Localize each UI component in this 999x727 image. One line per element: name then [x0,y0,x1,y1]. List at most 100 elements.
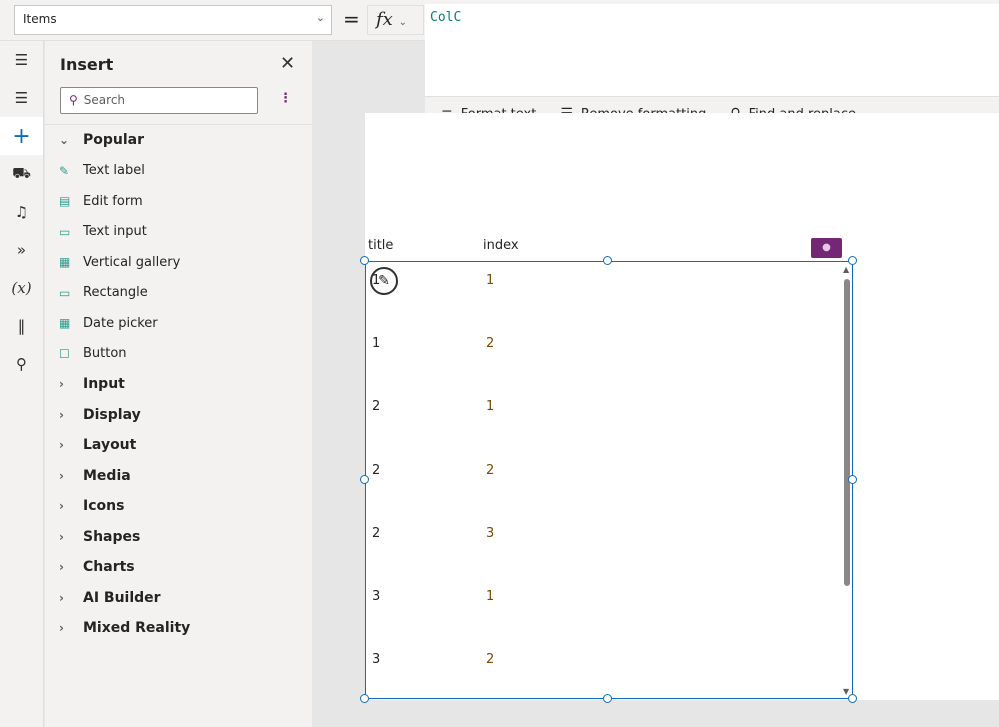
button-icon: ☐ [59,346,70,361]
insert-item[interactable]: ▦ Vertical gallery [45,247,312,278]
close-icon[interactable]: ✕ [280,53,295,74]
chevron-right-icon: › [59,590,64,605]
cell-index: 1 [486,589,495,604]
equals-sign: = [343,7,360,31]
category-input[interactable]: › Input [45,369,312,400]
category-mixed-reality[interactable]: › Mixed Reality [45,613,312,644]
resize-handle[interactable] [848,694,857,703]
category-charts[interactable]: › Charts [45,552,312,583]
cell-index: 2 [486,652,495,668]
search-icon[interactable]: ⚲ [0,345,43,383]
cell-title: 1 [372,336,381,352]
ideas-button[interactable]: ● [811,238,842,258]
insert-panel: Insert ✕ ⚲ Search ⋮ ⌄ Popular ✎ Text label ▤ E… [45,41,312,727]
cell-title: 3 [372,589,381,604]
insert-item[interactable]: ☐ Button [45,339,312,370]
item-label: Layout [83,437,137,454]
variables-icon[interactable]: (x) [0,269,43,307]
search-icon: ⚲ [69,93,78,107]
category-ai-builder[interactable]: › AI Builder [45,583,312,614]
chevron-right-icon: › [59,560,64,575]
cell-index: 2 [486,462,495,478]
item-label: Text label [83,163,145,179]
cell-title: 2 [372,399,381,415]
gallery[interactable] [365,261,853,699]
item-label: Media [83,467,131,484]
cell-title: 2 [372,462,381,478]
item-label: Edit form [83,193,143,209]
category-popular[interactable]: ⌄ Popular [45,125,312,156]
media-icon[interactable]: ♫ [0,193,43,231]
scrollbar[interactable] [844,279,850,586]
category-display[interactable]: › Display [45,400,312,431]
chevron-right-icon: › [59,438,64,453]
cell-index: 1 [486,399,495,415]
resize-handle[interactable] [360,475,369,484]
chevron-right-icon: › [59,468,64,483]
item-label: Text input [83,224,147,240]
scroll-up-icon[interactable]: ▲ [843,265,849,274]
chevron-right-icon: › [59,407,64,422]
tree-view-icon[interactable]: ☰ [0,79,43,117]
resize-handle[interactable] [360,694,369,703]
header-index: index [483,238,519,253]
chevron-down-icon: ⌄ [315,11,325,24]
cell-title: 3 [372,652,381,668]
resize-handle[interactable] [848,256,857,265]
item-label: Popular [83,132,145,149]
item-label: Charts [83,559,135,576]
edit-icon[interactable]: ✎ [370,267,398,295]
category-icons[interactable]: › Icons [45,491,312,522]
property-dropdown[interactable]: Items ⌄ [14,5,332,35]
search-placeholder: Search [83,93,126,107]
chevron-right-icon: › [59,529,64,544]
edit-form-icon: ▤ [59,194,71,209]
left-rail: ☰ ☰ + ⛟ ♫ » (x) ‖ ⚲ [0,41,44,727]
formula-input[interactable]: ColC [425,4,999,96]
insert-item[interactable]: ▭ Text input [45,217,312,248]
category-shapes[interactable]: › Shapes [45,522,312,553]
power-automate-icon[interactable]: » [0,231,43,269]
item-label: Date picker [83,315,158,331]
insert-list: ⌄ Popular ✎ Text label ▤ Edit form ▭ Text input… [45,124,312,644]
lightbulb-icon: ● [822,242,831,253]
item-label: AI Builder [83,589,161,606]
formula-text: ColC [430,10,462,25]
text-label-icon: ✎ [59,163,70,178]
cell-index: 1 [486,273,495,288]
category-media[interactable]: › Media [45,461,312,492]
fx-button[interactable]: fx ⌄ [367,5,424,35]
cell-title: 2 [372,525,381,541]
item-label: Icons [83,498,125,515]
cell-index: 2 [486,336,495,352]
rectangle-icon: ▭ [59,285,71,300]
more-options-icon[interactable]: ⋮ [279,91,292,106]
resize-handle[interactable] [360,256,369,265]
resize-handle[interactable] [603,694,612,703]
insert-item[interactable]: ▭ Rectangle [45,278,312,309]
resize-handle[interactable] [848,475,857,484]
resize-handle[interactable] [603,256,612,265]
chevron-right-icon: › [59,621,64,636]
data-icon[interactable]: ⛟ [0,155,43,193]
header-title: title [368,238,394,253]
menu-icon[interactable]: ☰ [0,41,43,79]
search-input[interactable]: ⚲ Search [60,87,258,114]
item-label: Display [83,406,141,423]
item-label: Mixed Reality [83,620,191,637]
cell-index: 3 [486,525,495,541]
item-label: Shapes [83,528,141,545]
tools-icon[interactable]: ‖ [0,307,43,345]
panel-title: Insert [60,55,114,74]
item-label: Vertical gallery [83,254,181,270]
calendar-icon: ▦ [59,316,71,331]
gallery-icon: ▦ [59,255,71,270]
insert-item[interactable]: ▤ Edit form [45,186,312,217]
category-layout[interactable]: › Layout [45,430,312,461]
property-value: Items [23,12,57,26]
item-label: Button [83,346,127,362]
insert-icon[interactable]: + [0,117,43,155]
insert-item[interactable]: ▦ Date picker [45,308,312,339]
insert-item[interactable]: ✎ Text label [45,156,312,187]
item-label: Input [83,376,125,393]
